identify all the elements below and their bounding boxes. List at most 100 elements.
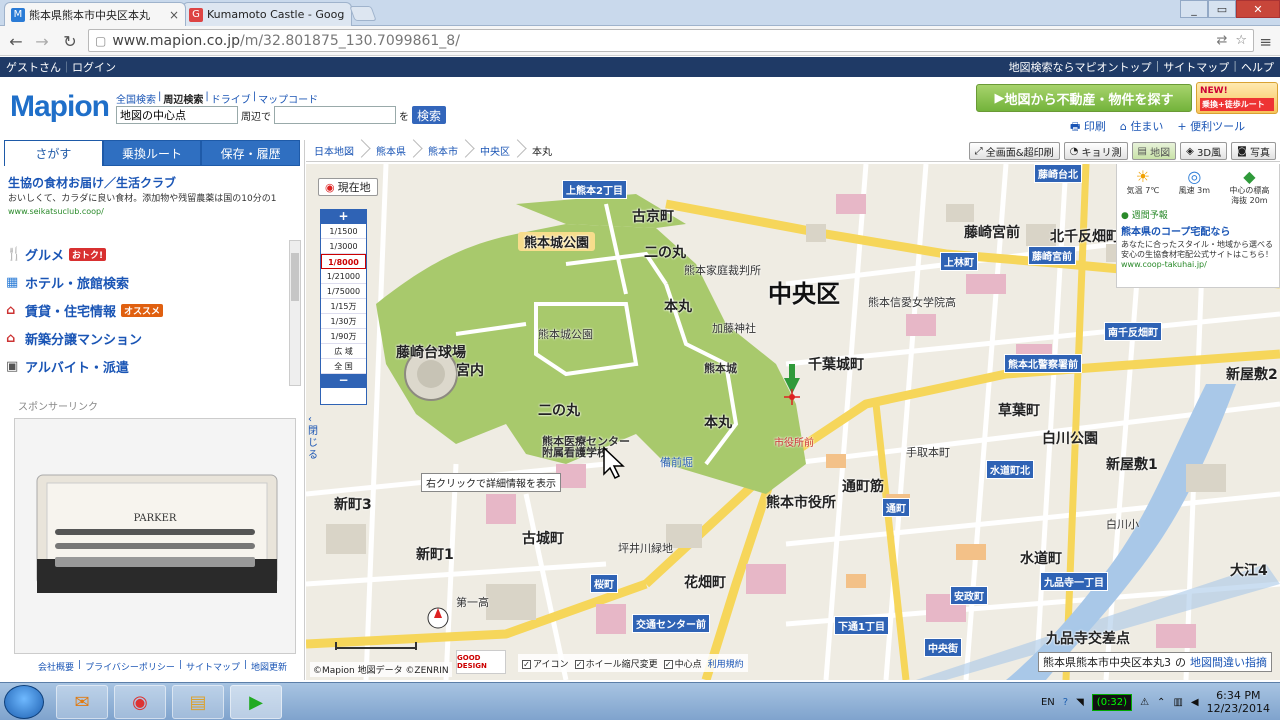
scale-option[interactable]: 1/75000 xyxy=(321,284,366,299)
footer-privacy[interactable]: プライバシーポリシー xyxy=(85,660,175,673)
report-map-error-link[interactable]: 地図間違い指摘 xyxy=(1190,654,1267,670)
recorder-app-icon[interactable]: ▶ xyxy=(230,685,282,719)
translate-icon[interactable]: ⇄ xyxy=(1216,33,1227,48)
stop-minami-senba[interactable]: 南千反畑町 xyxy=(1104,322,1162,341)
park-label[interactable]: 熊本城公園 xyxy=(518,232,596,251)
left-scrollbar[interactable] xyxy=(289,240,301,386)
current-location-button[interactable]: ◉ 現在地 xyxy=(318,178,378,196)
coop-ad-title[interactable]: 熊本県のコープ宅配なら xyxy=(1121,223,1275,238)
map-view-button[interactable]: ▤ 地図 xyxy=(1131,142,1177,160)
fullscreen-print-button[interactable]: ⤢ 全画面&超印刷 xyxy=(968,142,1060,160)
stop-kita-police[interactable]: 熊本北警察署前 xyxy=(1004,354,1082,373)
close-sidepanel-button[interactable]: ‹ 閉じる xyxy=(308,414,320,462)
explorer-app-icon[interactable]: ▤ xyxy=(172,685,224,719)
stop-suidocho-north[interactable]: 水道町北 xyxy=(986,460,1034,479)
map-canvas[interactable]: 中央区 熊本城公園 二の丸 本丸 二の丸 本丸 藤崎台球場 宮内 熊本城 熊本城… xyxy=(306,164,1280,680)
scale-option[interactable]: 全 国 xyxy=(321,359,366,374)
recording-timer[interactable]: (0:32) xyxy=(1091,693,1133,711)
menu-item-jobs[interactable]: ▣ アルバイト・派遣 xyxy=(6,352,286,380)
ad-url[interactable]: www.seikatsuclub.coop/ xyxy=(8,207,296,216)
stop-toricho[interactable]: 通町 xyxy=(882,498,910,517)
tab-saved-history[interactable]: 保存・履歴 xyxy=(201,140,301,166)
topbar-link-top[interactable]: 地図検索ならマピオントップ xyxy=(1009,59,1152,75)
close-tab-icon[interactable]: × xyxy=(163,8,179,22)
ad-title[interactable]: 生協の食材お届け／生活クラブ xyxy=(8,174,296,191)
forward-icon[interactable]: → xyxy=(32,32,52,51)
menu-item-hotel[interactable]: ▦ ホテル・旅館検索 xyxy=(6,268,286,296)
stop-kotsu-center[interactable]: 交通センター前 xyxy=(632,614,710,633)
housing-tool[interactable]: ⌂ 住まい xyxy=(1120,118,1163,137)
wheel-zoom-toggle[interactable]: ✓ ホイール縮尺変更 xyxy=(574,657,658,670)
coop-ad-url[interactable]: www.coop-takuhai.jp/ xyxy=(1121,260,1275,269)
distance-measure-button[interactable]: ◔ キョリ測 xyxy=(1063,142,1128,160)
footer-sitemap[interactable]: サイトマップ xyxy=(186,660,240,673)
terms-link[interactable]: 利用規約 xyxy=(708,657,744,670)
footer-company[interactable]: 会社概要 xyxy=(38,660,74,673)
stop-fujisakimiyamae[interactable]: 藤崎宮前 xyxy=(1028,246,1076,265)
keyword-input[interactable] xyxy=(274,106,396,124)
search-tab-drive[interactable]: ドライブ xyxy=(211,91,251,106)
photo-view-button[interactable]: ◙ 写真 xyxy=(1231,142,1276,160)
url-input[interactable]: ▢ www.mapion.co.jp/m/32.801875_130.70998… xyxy=(88,29,1254,52)
browser-tab-inactive[interactable]: G Kumamoto Castle - Goog × xyxy=(182,2,352,26)
search-tab-national[interactable]: 全国検索 xyxy=(116,91,156,106)
mapion-logo[interactable]: Mapion xyxy=(10,90,110,124)
scrollbar-thumb[interactable] xyxy=(291,253,299,301)
topbar-link-sitemap[interactable]: サイトマップ xyxy=(1163,59,1229,75)
realestate-banner[interactable]: ▶ 地図から不動産・物件を探す xyxy=(976,84,1192,112)
print-tool[interactable]: 🖶 印刷 xyxy=(1070,118,1106,137)
volume-icon[interactable]: ◀ xyxy=(1191,697,1199,708)
bookmark-star-icon[interactable]: ☆ xyxy=(1235,33,1247,48)
minimize-icon[interactable]: _ xyxy=(1180,0,1208,18)
stop-kuhonji-1[interactable]: 九品寺一丁目 xyxy=(1040,572,1108,591)
chevron-up-icon[interactable]: ⌃ xyxy=(1157,697,1165,708)
network-icon[interactable]: ▥ xyxy=(1173,697,1182,708)
icon-toggle[interactable]: ✓ アイコン xyxy=(522,657,569,670)
arrow-icon[interactable]: ◥ xyxy=(1076,697,1084,708)
scale-option-selected[interactable]: 1/8000 xyxy=(321,254,366,269)
help-icon[interactable]: ? xyxy=(1063,697,1068,708)
good-design-badge[interactable]: GOOD DESIGN xyxy=(456,650,506,674)
footer-mapupdate[interactable]: 地図更新 xyxy=(251,660,287,673)
zoom-in-button[interactable]: + xyxy=(321,210,366,224)
start-button[interactable] xyxy=(4,685,44,719)
scale-option[interactable]: 1/3000 xyxy=(321,239,366,254)
stop-sakuramachi[interactable]: 桜町 xyxy=(590,574,618,593)
language-indicator[interactable]: EN xyxy=(1041,697,1055,708)
clock[interactable]: 6:34 PM 12/23/2014 xyxy=(1207,689,1270,715)
breadcrumb-japan[interactable]: 日本地図 xyxy=(306,140,368,162)
stop-anseimachi[interactable]: 安政町 xyxy=(950,586,988,605)
stop-shimotori-1[interactable]: 下通1丁目 xyxy=(834,616,889,635)
search-button[interactable]: 検索 xyxy=(412,106,447,124)
chrome-app-icon[interactable]: ◉ xyxy=(114,685,166,719)
new-tab-button[interactable] xyxy=(349,6,377,21)
3d-view-button[interactable]: ◈ 3D風 xyxy=(1180,142,1228,160)
search-tab-mapcode[interactable]: マップコード xyxy=(258,91,318,106)
stop-kamibayashi[interactable]: 上林町 xyxy=(940,252,978,271)
scale-option[interactable]: 1/90万 xyxy=(321,329,366,344)
menu-item-rental[interactable]: ⌂ 賃貸・住宅情報 オススメ xyxy=(6,296,286,324)
scale-option[interactable]: 1/30万 xyxy=(321,314,366,329)
center-point-toggle[interactable]: ✓ 中心点 xyxy=(663,657,702,670)
transit-banner[interactable]: NEW! 乗換+徒歩ルート xyxy=(1196,82,1278,114)
login-link[interactable]: ログイン xyxy=(72,59,116,75)
scale-option[interactable]: 1/15万 xyxy=(321,299,366,314)
tab-search[interactable]: さがす xyxy=(4,140,103,166)
center-point-input[interactable] xyxy=(116,106,238,124)
scale-option[interactable]: 広 域 xyxy=(321,344,366,359)
zoom-out-button[interactable]: − xyxy=(321,374,366,388)
scale-option[interactable]: 1/1500 xyxy=(321,224,366,239)
menu-item-condo[interactable]: ⌂ 新築分譲マンション xyxy=(6,324,286,352)
warning-icon[interactable]: ⚠ xyxy=(1140,697,1149,708)
close-window-icon[interactable]: ✕ xyxy=(1236,0,1280,18)
weekly-forecast-link[interactable]: ● 週間予報 xyxy=(1121,208,1275,221)
browser-tab-active[interactable]: M 熊本県熊本市中央区本丸 × xyxy=(4,2,186,26)
tab-transit-route[interactable]: 乗換ルート xyxy=(102,140,202,166)
useful-tools[interactable]: + 便利ツール xyxy=(1177,118,1245,137)
stop-kamikumamoto-2[interactable]: 上熊本2丁目 xyxy=(562,180,627,199)
topbar-link-help[interactable]: ヘルプ xyxy=(1241,59,1274,75)
back-icon[interactable]: ← xyxy=(6,32,26,51)
chrome-menu-icon[interactable]: ≡ xyxy=(1259,33,1272,51)
reload-icon[interactable]: ↻ xyxy=(60,32,80,51)
maximize-icon[interactable]: ▭ xyxy=(1208,0,1236,18)
